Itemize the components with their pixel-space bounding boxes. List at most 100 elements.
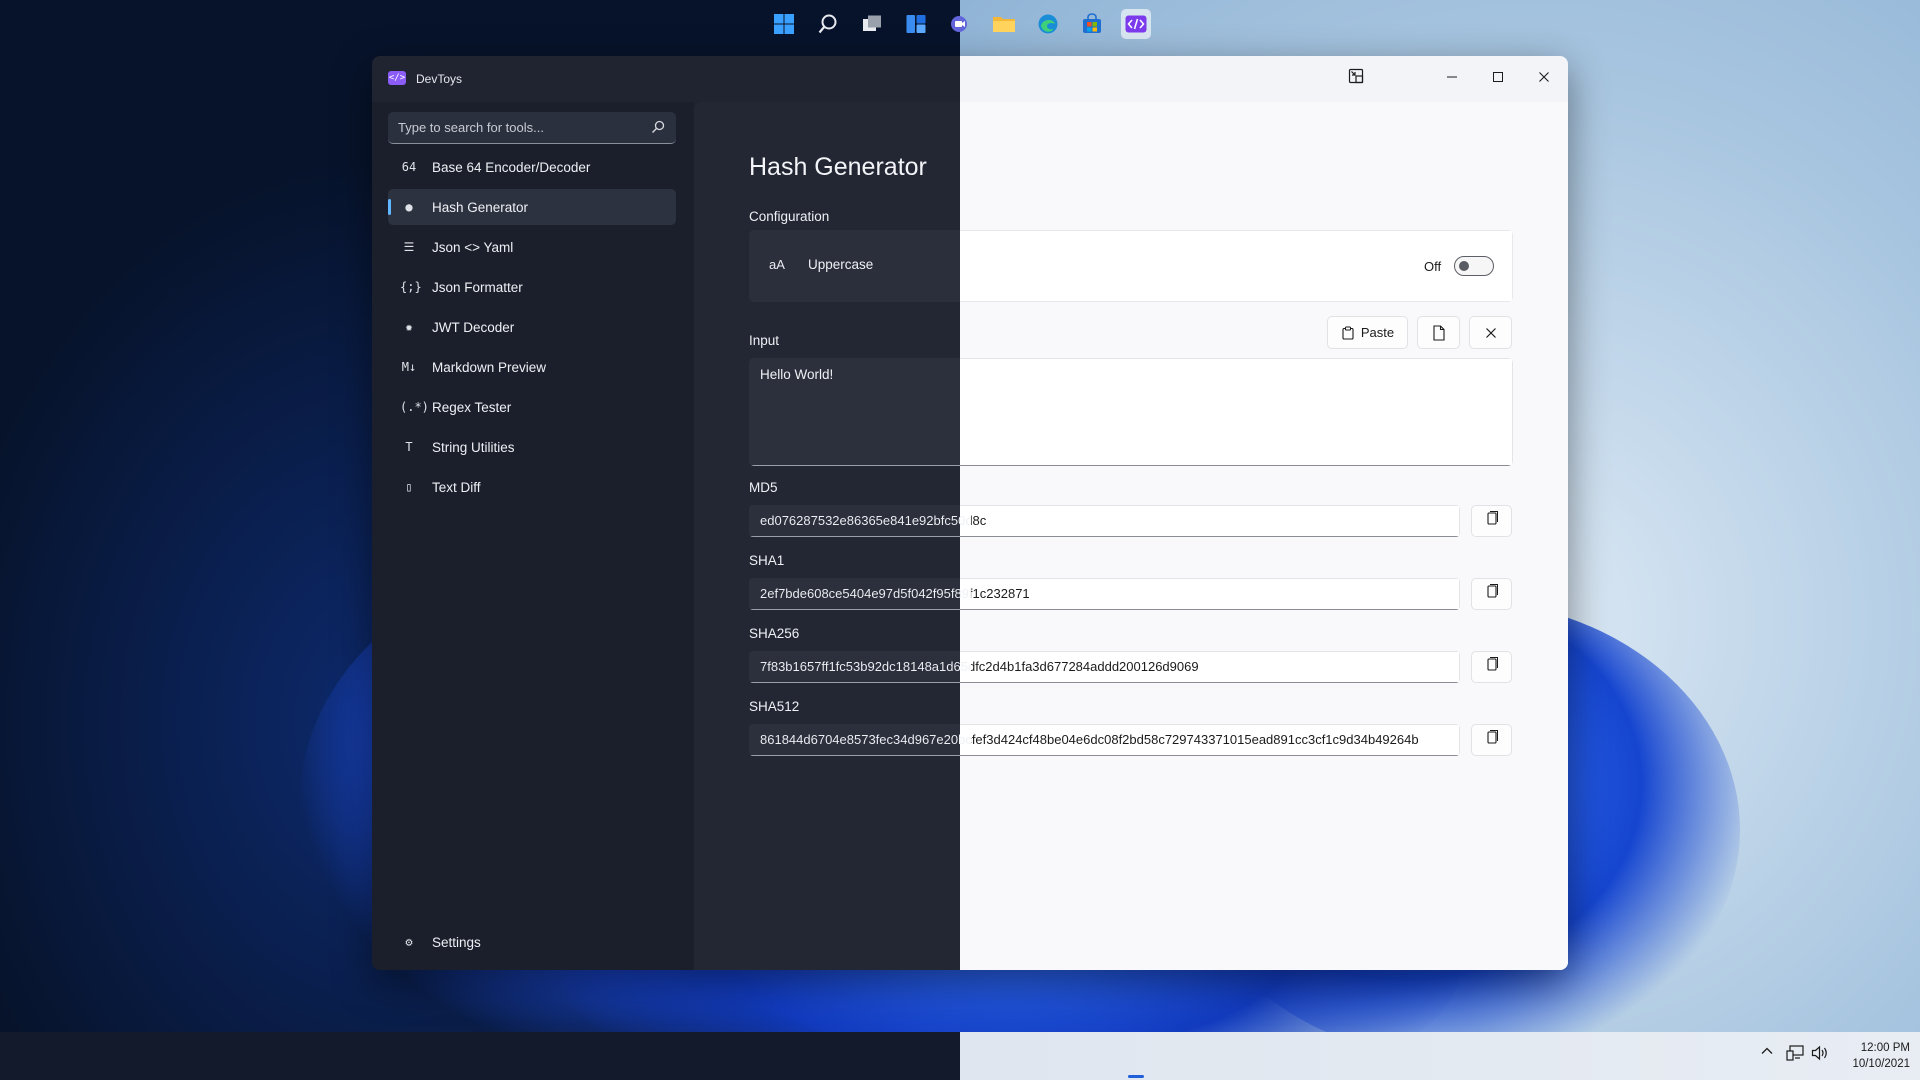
sidebar-item-label: Hash Generator	[432, 199, 529, 215]
store-button[interactable]	[1077, 9, 1107, 39]
sha1-value[interactable]: 2ef7bde608ce5404e97d5f042f95f89f1c232871	[760, 586, 1450, 601]
volume-icon	[1811, 1045, 1827, 1061]
sidebar-item-label: String Utilities	[432, 439, 515, 455]
paste-button-label: Paste	[1360, 325, 1395, 340]
minimize-button[interactable]	[1440, 68, 1464, 90]
text-icon: T	[405, 440, 413, 454]
sha1-output[interactable]: 2ef7bde608ce5404e97d5f042f95f89f1c232871	[749, 578, 1460, 610]
uppercase-label: Uppercase	[808, 257, 874, 272]
copy-icon	[1486, 584, 1498, 598]
search-icon[interactable]	[650, 119, 666, 135]
sidebar-item-base64[interactable]: 64 Base 64 Encoder/Decoder	[388, 149, 676, 185]
uppercase-toggle[interactable]	[1454, 256, 1494, 276]
close-icon	[1539, 72, 1549, 82]
sidebar-item-label: Settings	[432, 934, 481, 950]
sidebar-item-label: Base 64 Encoder/Decoder	[432, 159, 591, 175]
active-app-indicator	[1128, 1075, 1144, 1078]
configuration-label: Configuration	[749, 209, 830, 224]
sidebar-item-jwt-decoder[interactable]: ✹ JWT Decoder	[388, 309, 676, 345]
sidebar-item-label: JWT Decoder	[432, 319, 515, 335]
widgets-icon	[906, 15, 926, 33]
explorer-icon	[993, 17, 1015, 32]
network-icon	[1786, 1045, 1804, 1061]
close-icon	[1485, 327, 1496, 338]
copy-md5-button[interactable]	[1471, 505, 1512, 537]
json-yaml-icon: ☰	[403, 240, 415, 254]
clock-time: 12:00 PM	[1860, 1042, 1910, 1054]
md5-value[interactable]: ed076287532e86365e841e92bfc50d8c	[760, 513, 1450, 528]
sha512-label: SHA512	[749, 699, 800, 714]
compact-overlay-icon	[1348, 68, 1364, 84]
sidebar-item-label: Markdown Preview	[432, 359, 547, 375]
clear-button[interactable]	[1469, 316, 1512, 349]
tool-search-box[interactable]	[388, 112, 676, 144]
search-input[interactable]	[398, 112, 638, 143]
sha1-label: SHA1	[749, 553, 785, 568]
file-explorer-button[interactable]	[989, 9, 1019, 39]
network-button[interactable]	[1786, 1045, 1804, 1064]
md5-label: MD5	[749, 480, 778, 495]
copy-sha1-button[interactable]	[1471, 578, 1512, 610]
chat-icon	[951, 16, 967, 32]
sidebar-item-json-formatter[interactable]: {;} Json Formatter	[388, 269, 676, 305]
sidebar-item-label: Json <> Yaml	[432, 239, 514, 255]
title-bar[interactable]: </> DevToys	[372, 56, 1568, 102]
start-button[interactable]	[769, 9, 799, 39]
taskbar-search-button[interactable]	[813, 9, 843, 39]
volume-button[interactable]	[1811, 1045, 1829, 1064]
devtoys-logo-icon: </>	[388, 71, 406, 85]
sidebar-item-label: Text Diff	[432, 479, 481, 495]
chat-button[interactable]	[945, 9, 975, 39]
jwt-icon: ✹	[405, 320, 413, 334]
taskbar-clock[interactable]: 12:00 PM 10/10/2021	[1840, 1040, 1910, 1072]
sidebar-item-label: Regex Tester	[432, 399, 512, 415]
toggle-state-label: Off	[1424, 259, 1442, 274]
sidebar-item-settings[interactable]: ⚙ Settings	[388, 924, 676, 960]
widgets-button[interactable]	[901, 9, 931, 39]
paste-button[interactable]: Paste	[1327, 316, 1408, 349]
close-button[interactable]	[1532, 68, 1556, 90]
gear-icon: ⚙	[405, 935, 413, 949]
edge-button[interactable]	[1033, 9, 1063, 39]
tray-overflow-button[interactable]	[1760, 1044, 1774, 1061]
compact-overlay-button[interactable]	[1344, 68, 1368, 90]
taskbar	[0, 1032, 1920, 1080]
input-label: Input	[749, 333, 780, 348]
sidebar-item-markdown-preview[interactable]: M↓ Markdown Preview	[388, 349, 676, 385]
task-view-button[interactable]	[857, 9, 887, 39]
copy-sha512-button[interactable]	[1471, 724, 1512, 756]
md5-output[interactable]: ed076287532e86365e841e92bfc50d8c	[749, 505, 1460, 537]
clock-date: 10/10/2021	[1852, 1058, 1910, 1070]
page-title: Hash Generator	[749, 153, 927, 181]
regex-icon: (.*)	[400, 400, 429, 414]
sidebar-item-label: Json Formatter	[432, 279, 523, 295]
sha512-output[interactable]: 861844d6704e8573fec34d967e20bcfef3d424cf…	[749, 724, 1460, 756]
sha256-output[interactable]: 7f83b1657ff1fc53b92dc18148a1d65dfc2d4b1f…	[749, 651, 1460, 683]
sha256-label: SHA256	[749, 626, 800, 641]
maximize-button[interactable]	[1486, 68, 1510, 90]
input-text[interactable]: Hello World!	[760, 367, 833, 382]
file-icon	[1432, 324, 1445, 341]
sidebar-item-regex-tester[interactable]: (.*) Regex Tester	[388, 389, 676, 425]
tool-nav-list: 64 Base 64 Encoder/Decoder ● Hash Genera…	[388, 149, 676, 509]
app-title: DevToys	[416, 72, 463, 86]
open-file-button[interactable]	[1417, 316, 1460, 349]
sidebar-item-hash-generator[interactable]: ● Hash Generator	[388, 189, 676, 225]
start-icon	[774, 14, 794, 34]
sha256-value[interactable]: 7f83b1657ff1fc53b92dc18148a1d65dfc2d4b1f…	[760, 659, 1450, 674]
uppercase-icon: aA	[769, 257, 785, 272]
sha512-value[interactable]: 861844d6704e8573fec34d967e20bcfef3d424cf…	[760, 732, 1450, 747]
sidebar-item-text-diff[interactable]: ▯ Text Diff	[388, 469, 676, 505]
maximize-icon	[1493, 72, 1503, 82]
toggle-knob	[1459, 261, 1469, 271]
copy-sha256-button[interactable]	[1471, 651, 1512, 683]
sidebar-item-json-yaml[interactable]: ☰ Json <> Yaml	[388, 229, 676, 265]
minimize-icon	[1447, 76, 1457, 78]
uppercase-setting-card: aA Uppercase Off	[749, 230, 1513, 302]
sidebar-item-string-utilities[interactable]: T String Utilities	[388, 429, 676, 465]
hash-icon: ●	[405, 200, 413, 214]
copy-icon	[1486, 657, 1498, 671]
devtoys-taskbar-button[interactable]	[1121, 9, 1151, 39]
input-textarea[interactable]: Hello World!	[749, 358, 1513, 466]
copy-icon	[1486, 730, 1498, 744]
